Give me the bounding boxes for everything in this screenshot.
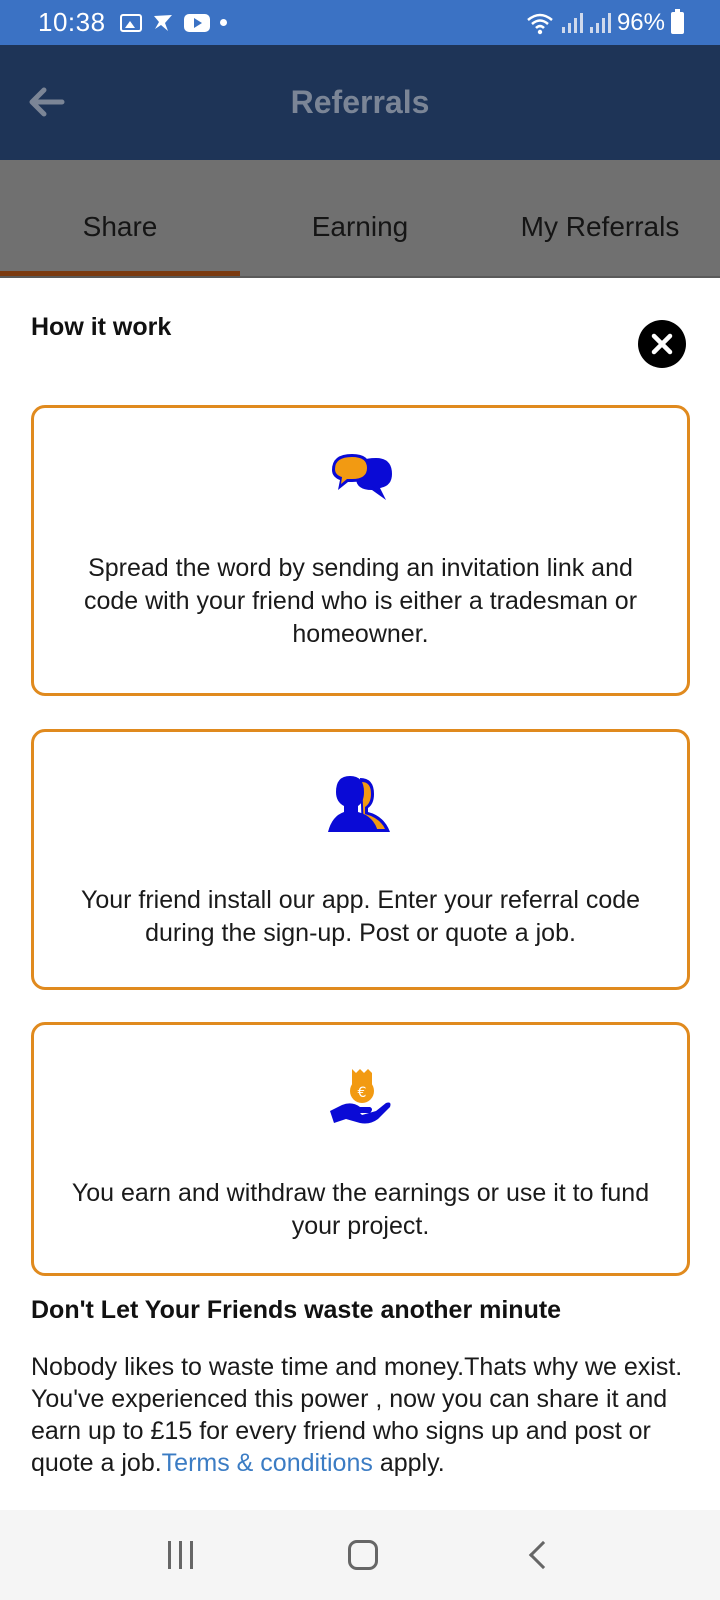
- wifi-icon: [527, 13, 553, 34]
- close-button[interactable]: [638, 320, 686, 368]
- back-arrow-icon[interactable]: [26, 85, 66, 119]
- status-icons: [119, 13, 227, 33]
- section-heading: Don't Let Your Friends waste another min…: [31, 1296, 562, 1324]
- home-button[interactable]: [347, 1540, 378, 1570]
- system-nav-bar: [0, 1510, 720, 1600]
- tab-share[interactable]: Share: [0, 160, 240, 278]
- tab-divider: [0, 276, 720, 278]
- tab-my-referrals[interactable]: My Referrals: [480, 160, 720, 278]
- money-hand-icon: €: [329, 1069, 390, 1124]
- how-it-works-sheet: How it work Spread the word by sending a…: [0, 283, 720, 1507]
- status-right: 96%: [525, 8, 684, 37]
- step-text: Your friend install our app. Enter your …: [80, 886, 641, 947]
- battery-percent: 96%: [616, 8, 665, 36]
- svg-text:€: €: [357, 1085, 366, 1101]
- battery-icon: [671, 8, 684, 34]
- step-text: You earn and withdraw the earnings or us…: [71, 1179, 650, 1240]
- sheet-title: How it work: [31, 313, 172, 341]
- gallery-icon: [119, 13, 142, 32]
- description-suffix: apply.: [372, 1449, 445, 1477]
- status-time: 10:38: [38, 7, 106, 37]
- status-bar: 10:38 96%: [0, 0, 720, 45]
- signal-icon-1: [561, 12, 583, 33]
- step-text: Spread the word by sending an invitation…: [83, 554, 638, 648]
- close-icon: [651, 333, 673, 355]
- step-card-earn: € You earn and withdraw the earnings or …: [31, 1022, 690, 1276]
- step-card-install: Your friend install our app. Enter your …: [31, 729, 690, 990]
- tab-earning[interactable]: Earning: [240, 160, 480, 278]
- app-bar: Referrals: [0, 45, 720, 160]
- recent-apps-button[interactable]: [167, 1541, 193, 1569]
- youtube-icon: [183, 13, 210, 32]
- chat-bubbles-icon: [331, 454, 392, 500]
- tab-bar: Share Earning My Referrals: [0, 160, 720, 278]
- page-title: Referrals: [290, 84, 430, 120]
- nav-back-button[interactable]: [528, 1540, 557, 1570]
- terms-link[interactable]: Terms & conditions: [162, 1449, 373, 1477]
- users-icon: [327, 776, 390, 832]
- notification-dot-icon: [219, 19, 227, 26]
- step-card-share: Spread the word by sending an invitation…: [31, 405, 690, 696]
- referral-description: Nobody likes to waste time and money.Tha…: [31, 1351, 701, 1479]
- signal-icon-2: [589, 12, 611, 33]
- messenger-icon: [153, 14, 172, 31]
